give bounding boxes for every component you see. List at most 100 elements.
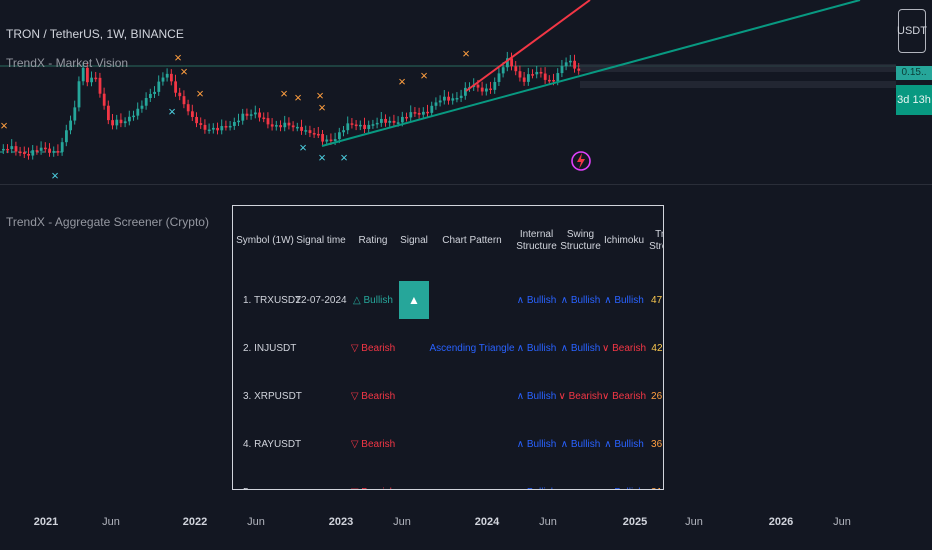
- chart-title[interactable]: TRON / TetherUS, 1W, BINANCE: [6, 27, 184, 41]
- row-internal-structure: ∧ Bullish: [516, 438, 557, 450]
- row-ichimoku: ∨ Bearish: [602, 342, 647, 354]
- sell-marker: ×: [318, 100, 326, 115]
- sell-marker: ×: [420, 68, 428, 83]
- row-signal-time: [295, 372, 347, 420]
- candle-body: [86, 67, 89, 83]
- candle-body: [375, 122, 379, 125]
- row-chart-pattern: [429, 420, 515, 468]
- screener-table: Symbol (1W) Signal time Rating Signal Chart …: [232, 205, 664, 490]
- candle-body: [69, 120, 72, 131]
- candle-body: [18, 151, 22, 154]
- screener-indicator-title[interactable]: TrendX - Aggregate Screener (Crypto): [6, 215, 209, 229]
- time-axis[interactable]: 2021 Jun 2022 Jun 2023 Jun 2024 Jun 2025 Jun 2026 J…: [0, 510, 932, 534]
- candle-body: [564, 62, 568, 67]
- row-internal-structure: ∧ Bullish: [516, 390, 557, 402]
- candle-body: [493, 81, 497, 90]
- sell-marker: ×: [180, 64, 188, 79]
- price-tag: 0.15..: [896, 66, 932, 80]
- time-tick: Jun: [393, 516, 411, 528]
- time-tick: 2026: [768, 516, 794, 528]
- candle-body: [354, 124, 358, 127]
- candle-body: [56, 151, 60, 153]
- header-2: Rating: [358, 235, 388, 246]
- buy-marker: ×: [318, 150, 326, 165]
- candle-body: [333, 139, 337, 142]
- candle-body: [170, 73, 173, 82]
- candle-body: [296, 126, 299, 129]
- candle-body: [543, 73, 547, 80]
- screener-grid: Symbol (1W) Signal time Rating Signal Chart …: [235, 206, 664, 490]
- candle-body: [279, 125, 282, 128]
- row-rating: ▽ Bearish: [350, 342, 396, 354]
- candle-body: [14, 146, 18, 152]
- row-ichimoku: ∧ Bullish: [604, 438, 644, 450]
- candle-body: [98, 77, 102, 94]
- candle-body: [77, 81, 81, 108]
- price-zone-2: [580, 81, 896, 88]
- sell-marker: ×: [280, 86, 288, 101]
- row-trend-strength: 47.37%: [651, 294, 664, 306]
- candle-body: [455, 97, 459, 100]
- row-swing-structure: ∧ Bullish: [560, 342, 601, 354]
- candle-body: [396, 122, 400, 124]
- candle-body: [312, 133, 316, 135]
- row-rating: ▽ Bearish: [350, 438, 396, 450]
- candle-body: [522, 77, 526, 82]
- row-swing-structure: ∨ Bearish: [558, 390, 603, 402]
- candle-body: [119, 119, 123, 124]
- candle-body: [31, 150, 35, 156]
- candle-body: [531, 74, 534, 76]
- candle-body: [123, 121, 127, 124]
- candle-body: [325, 139, 329, 142]
- candle-body: [401, 116, 404, 123]
- row-trend-strength: 42.11%: [651, 342, 664, 354]
- candle-body: [497, 73, 501, 82]
- candle-body: [35, 150, 39, 152]
- time-tick: Jun: [833, 516, 851, 528]
- candle-body: [518, 71, 522, 78]
- candle-body: [443, 96, 446, 101]
- price-chart-pane[interactable]: × × × × × × × × × × × × × × × × TRON / TetherUS, 1W, BI…: [0, 0, 932, 183]
- row-swing-structure: ∧ Bullish: [560, 438, 601, 450]
- candle-body: [111, 120, 114, 126]
- candle-body: [392, 120, 396, 123]
- candle-body: [476, 84, 480, 88]
- candle-body: [149, 93, 152, 98]
- candle-body: [367, 124, 371, 129]
- header-3: Signal: [400, 235, 428, 246]
- candle-body: [342, 130, 345, 133]
- time-tick: Jun: [539, 516, 557, 528]
- row-trend-strength: 26.32%: [651, 390, 664, 402]
- candle-body: [115, 119, 119, 126]
- candle-body: [430, 105, 434, 113]
- candle-body: [413, 112, 417, 114]
- candle-body: [447, 96, 450, 101]
- indicator-title[interactable]: TrendX - Market Vision: [6, 56, 128, 70]
- candle-body: [237, 120, 240, 123]
- candle-body: [426, 111, 429, 114]
- pane-divider[interactable]: [0, 184, 932, 185]
- signal-up-badge: ▲: [399, 281, 429, 319]
- candle-body: [338, 132, 341, 140]
- candle-body: [203, 124, 207, 130]
- candle-body: [350, 123, 354, 125]
- buy-marker: ×: [51, 168, 59, 183]
- header-1: Signal time: [296, 235, 346, 246]
- candle-body: [329, 139, 333, 142]
- row-symbol: 1. TRXUSDT: [243, 294, 302, 306]
- candle-body: [107, 105, 110, 121]
- candle-body: [266, 118, 270, 125]
- currency-button[interactable]: USDT: [897, 9, 927, 53]
- lightning-alert-icon[interactable]: [570, 136, 592, 178]
- row-trend-strength: 31.58%: [645, 468, 663, 490]
- row-symbol: 2. INJUSDT: [243, 342, 297, 354]
- candle-body: [287, 122, 291, 126]
- candle-body: [548, 79, 551, 82]
- candle-body: [270, 124, 274, 127]
- candle-body: [438, 100, 442, 103]
- candle-body: [136, 108, 140, 116]
- buy-marker: ×: [299, 140, 307, 155]
- support-trendline: [321, 0, 861, 147]
- row-chart-pattern: Ascending Triangle: [429, 342, 515, 354]
- header-6: Swing Structure: [560, 229, 601, 252]
